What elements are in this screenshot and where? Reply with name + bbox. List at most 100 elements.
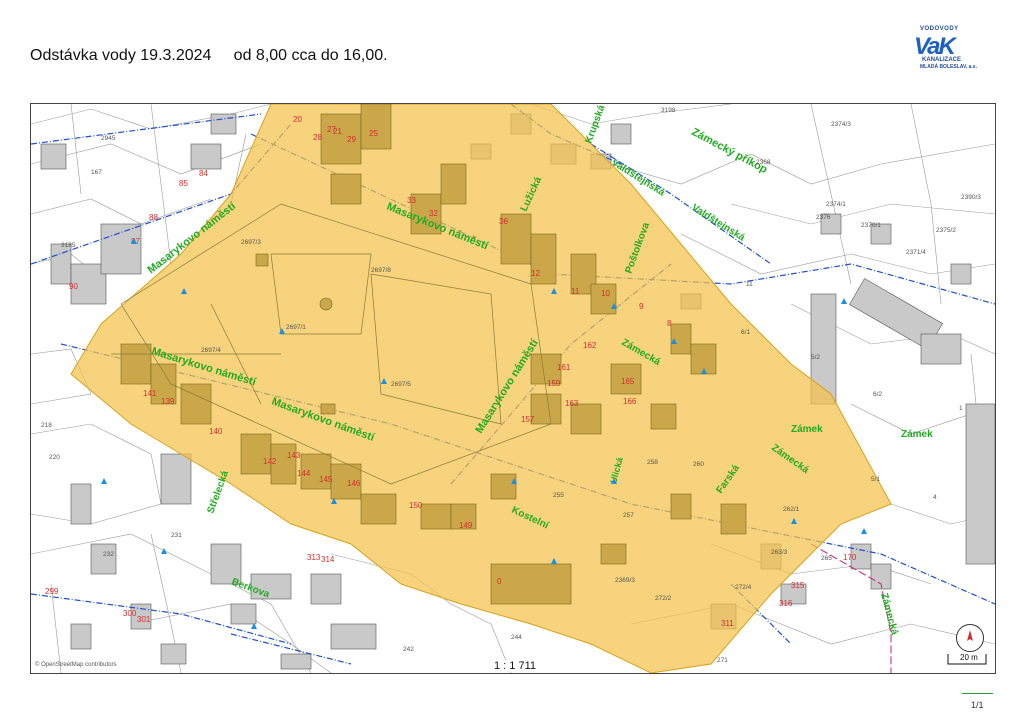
parcel-number: 2697/5 [391, 381, 411, 388]
house-number: 10 [601, 289, 610, 298]
house-number: 90 [69, 282, 78, 291]
parcel-number: 3198 [661, 107, 676, 114]
logo-sub-text: KANALIZACE [922, 57, 961, 63]
street-label: Zámek [901, 429, 933, 440]
house-number: 157 [521, 415, 535, 424]
parcel-number: 242 [403, 646, 414, 653]
house-number: 84 [199, 169, 208, 178]
house-number: 301 [137, 615, 151, 624]
house-number: 299 [45, 587, 59, 596]
parcel-number: 2369/3 [615, 577, 635, 584]
parcel-number: 260 [693, 461, 704, 468]
map-attribution: © OpenStreetMap contributors [35, 662, 117, 668]
house-number: 9 [639, 302, 644, 311]
house-number: 316 [779, 599, 793, 608]
footer-divider [962, 693, 993, 694]
house-number: 145 [319, 475, 333, 484]
company-logo: VODOVODY VaK KANALIZACE MLADÁ BOLESLAV, … [906, 26, 984, 72]
parcel-number: 263/3 [771, 549, 788, 556]
house-number: 170 [843, 553, 857, 562]
parcel-number: 272/2 [655, 595, 672, 602]
house-number: 161 [557, 363, 571, 372]
street-label: Krupská [583, 104, 607, 145]
house-number: 85 [179, 179, 188, 188]
parcel-number: 2368 [756, 159, 771, 166]
scale-bar-label: 20 m [960, 653, 978, 662]
house-number: 142 [263, 457, 277, 466]
house-number: 140 [209, 427, 223, 436]
house-number: 146 [347, 479, 361, 488]
parcel-number: 2697/3 [241, 239, 261, 246]
map-scale-ratio: 1 : 1 711 [491, 660, 539, 672]
house-number: 36 [499, 217, 508, 226]
street-label: Střelecká [205, 469, 231, 515]
street-label: Zámek [791, 424, 823, 435]
map-canvas: Masarykovo náměstí Masarykovo náměstí Ma… [31, 104, 995, 673]
house-number: 166 [623, 397, 637, 406]
house-number: 313 [307, 553, 321, 562]
parcel-number: 2374/1 [826, 201, 846, 208]
parcel-number: 4 [933, 494, 937, 501]
house-number: 20 [293, 115, 302, 124]
parcel-number: 255 [553, 492, 564, 499]
parcel-number: 5/1 [871, 476, 880, 483]
house-number: 149 [459, 521, 473, 530]
house-number: 29 [347, 135, 356, 144]
page-number: 1/1 [971, 700, 984, 710]
house-number: 300 [123, 609, 137, 618]
house-number: 8 [667, 319, 672, 328]
parcel-number: 262/1 [783, 506, 800, 513]
outage-map[interactable]: Masarykovo náměstí Masarykovo náměstí Ma… [30, 103, 996, 674]
house-number: 144 [297, 469, 311, 478]
parcel-number: 218 [41, 422, 52, 429]
house-number: 21 [333, 127, 342, 136]
parcel-number: 3185 [61, 242, 76, 249]
parcel-number: 2697/1 [286, 324, 306, 331]
street-label: Valdštejnská [689, 202, 747, 244]
parcel-number: 272/4 [735, 584, 752, 591]
house-number: 139 [161, 397, 175, 406]
house-number: 162 [583, 341, 597, 350]
house-number: 141 [143, 389, 157, 398]
parcel-number: 265 [821, 555, 832, 562]
page-title: Odstávka vody 19.3.2024 od 8,00 cca do 1… [30, 47, 388, 64]
house-number: 33 [407, 196, 416, 205]
house-number: 165 [621, 377, 635, 386]
street-label: Zámecký příkop [690, 126, 770, 176]
parcel-number: 271 [717, 657, 728, 664]
house-number: 0 [497, 577, 502, 586]
parcel-number: 232 [103, 551, 114, 558]
parcel-number: 2945 [101, 135, 116, 142]
parcel-number: 2370/1 [861, 222, 881, 229]
parcel-number: 258 [647, 459, 658, 466]
parcel-number: 6/1 [741, 329, 750, 336]
parcel-number: 2697/8 [371, 267, 391, 274]
house-number: 12 [531, 269, 540, 278]
house-number: 11 [571, 287, 580, 296]
house-number: 143 [287, 451, 301, 460]
house-number: 150 [409, 501, 423, 510]
house-number: 163 [565, 399, 579, 408]
parcel-number: 2371/4 [906, 249, 926, 256]
parcel-number: 5/2 [811, 354, 820, 361]
house-number: 25 [369, 129, 378, 138]
logo-top-text: VODOVODY [920, 26, 959, 32]
street-label: Zámecká [878, 592, 900, 637]
house-number: 159 [547, 379, 561, 388]
parcel-number: 257 [623, 512, 634, 519]
logo-company-name: MLADÁ BOLESLAV, a.s. [920, 64, 977, 70]
parcel-number: 11 [746, 281, 753, 288]
parcel-number: 231 [171, 532, 182, 539]
parcel-number: 2376 [816, 214, 831, 221]
parcel-number: 244 [511, 634, 522, 641]
house-number: 88 [149, 213, 158, 222]
house-number: 315 [791, 581, 805, 590]
parcel-number: 220 [49, 454, 60, 461]
parcel-number: 6/2 [873, 391, 882, 398]
house-number: 314 [321, 555, 335, 564]
house-number: 28 [313, 133, 322, 142]
parcel-number: 167 [91, 169, 102, 176]
north-arrow-icon [956, 624, 984, 652]
parcel-number: 2375/2 [936, 227, 956, 234]
parcel-number: 2390/3 [961, 194, 981, 201]
